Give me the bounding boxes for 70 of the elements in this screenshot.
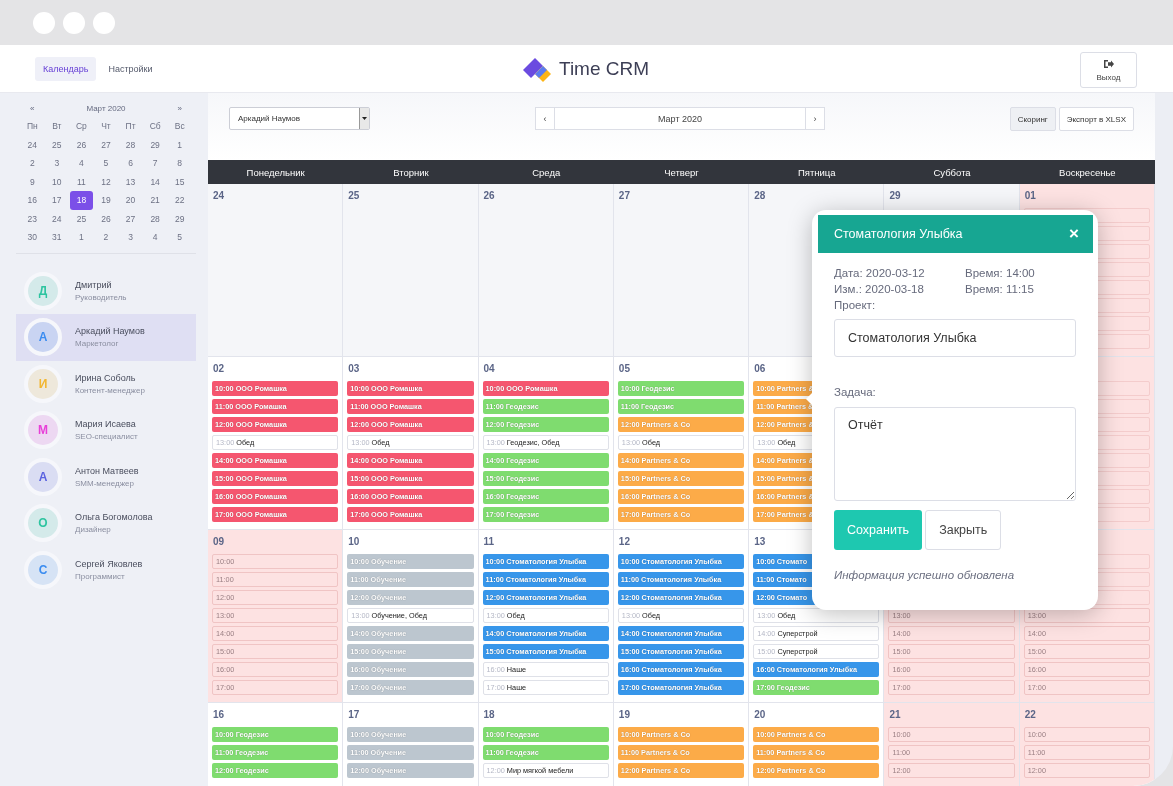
- day-number: 01: [1024, 190, 1036, 201]
- weekday-label: Вт: [51, 120, 63, 134]
- month-label: Март 2020: [555, 107, 805, 130]
- day-number: 03: [348, 363, 360, 374]
- day-number: 18: [483, 709, 495, 720]
- avatar: И: [24, 364, 62, 403]
- user-name: Дмитрий: [75, 279, 113, 290]
- user-name: Ирина Соболь: [75, 372, 137, 383]
- avatar: А: [24, 318, 62, 357]
- weekday-label: Чт: [100, 120, 112, 134]
- weekday-label: Пятница: [796, 166, 837, 178]
- avatar: О: [24, 504, 62, 543]
- avatar: М: [24, 411, 62, 450]
- weekday-label: Вс: [173, 120, 186, 134]
- user-role: Программист: [75, 571, 126, 581]
- day-number: 19: [618, 709, 630, 720]
- day-number: 27: [618, 190, 630, 201]
- day-number: 02: [213, 363, 225, 374]
- day-number: 11: [483, 536, 495, 547]
- day-number: 05: [618, 363, 630, 374]
- weekday-label: Четверг: [663, 166, 700, 178]
- weekday-label: Понедельник: [245, 166, 306, 178]
- day-number: 26: [483, 190, 495, 201]
- status-message: Информация успешно обновлена: [834, 569, 1016, 581]
- day-number: 25: [348, 190, 360, 201]
- user-role: SMM-менеджер: [75, 478, 135, 488]
- user-role: Руководитель: [75, 292, 127, 302]
- weekday-label: Пн: [25, 120, 39, 134]
- user-name: Мария Исаева: [75, 419, 137, 430]
- weekday-label: Среда: [531, 166, 562, 178]
- day-number: 16: [213, 709, 225, 720]
- day-number: 12: [618, 536, 630, 547]
- day-number: 10: [348, 536, 360, 547]
- user-role: Маркетолог: [75, 339, 120, 349]
- weekday-label: Вторник: [392, 166, 430, 178]
- user-name: Ольга Богомолова: [75, 512, 153, 523]
- day-number: 29: [889, 190, 901, 201]
- user-role: Дизайнер: [75, 525, 112, 535]
- day-number: 13: [754, 536, 766, 547]
- day-number: 24: [213, 190, 225, 201]
- day-number: 06: [754, 363, 766, 374]
- weekday-label: Суббота: [932, 166, 972, 178]
- user-name: Сергей Яковлев: [75, 558, 143, 569]
- popup-title: Стоматология Улыбка: [834, 227, 963, 241]
- avatar: С: [24, 550, 62, 589]
- field-label: Задача:: [834, 386, 877, 398]
- day-number: 22: [1024, 709, 1036, 720]
- user-role: Контент-менеджер: [75, 385, 145, 395]
- day-number: 28: [754, 190, 766, 201]
- field-label: Проект:: [834, 299, 877, 311]
- day-number: 17: [348, 709, 360, 720]
- logo-text: Time CRM: [559, 58, 650, 80]
- user-name: Аркадий Наумов: [75, 326, 145, 337]
- avatar: Д: [24, 271, 62, 310]
- meta-text: Дата: 2020-03-12: [834, 267, 926, 279]
- day-number: 21: [889, 709, 901, 720]
- day-number: 20: [754, 709, 766, 720]
- weekday-label: Сб: [148, 120, 162, 134]
- day-number: 04: [483, 363, 495, 374]
- meta-text: Изм.: 2020-03-18: [834, 283, 925, 295]
- weekday-label: Ср: [75, 120, 88, 134]
- day-number: 09: [213, 536, 225, 547]
- avatar: А: [24, 457, 62, 496]
- weekday-label: Воскресенье: [1058, 166, 1117, 178]
- weekday-label: Пт: [124, 120, 137, 134]
- meta-text: Время: 11:15: [965, 283, 1035, 295]
- user-name: Антон Матвеев: [75, 465, 139, 476]
- meta-text: Время: 14:00: [965, 267, 1036, 279]
- user-role: SEO-специалист: [75, 432, 138, 442]
- month-title: Март 2020: [86, 103, 126, 113]
